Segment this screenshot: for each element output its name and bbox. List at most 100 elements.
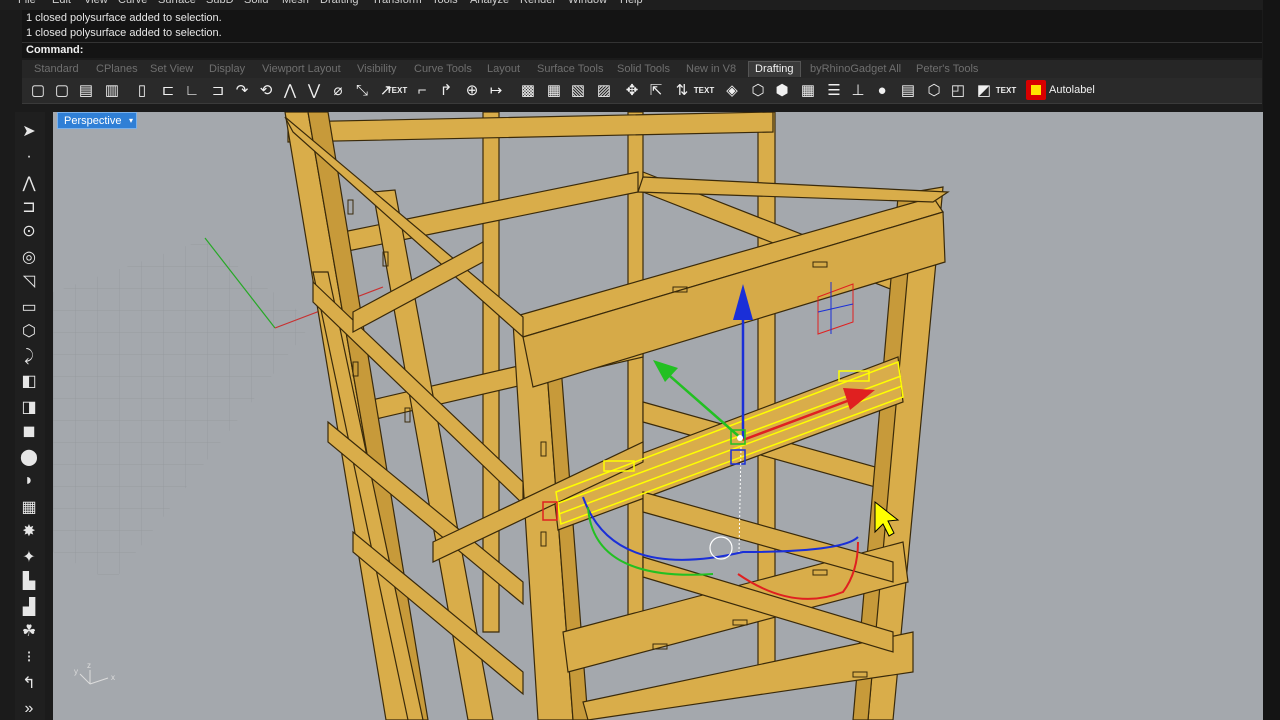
tab-viewport-layout[interactable]: Viewport Layout — [262, 62, 341, 78]
block-icon[interactable]: ▨ — [594, 80, 614, 100]
mirror-icon[interactable]: ⇅ — [672, 80, 692, 100]
tab-set-view[interactable]: Set View — [150, 62, 193, 78]
text-style-icon[interactable]: TEXT — [694, 80, 714, 100]
list-icon[interactable]: ☰ — [824, 80, 844, 100]
hatch-icon[interactable]: ▩ — [518, 80, 538, 100]
tab-layout[interactable]: Layout — [487, 62, 520, 78]
document-icon[interactable]: ▯ — [132, 80, 152, 100]
dim-tool-icon[interactable]: ⊥ — [848, 80, 868, 100]
menu-curve[interactable]: Curve — [118, 0, 147, 6]
scene[interactable]: z x y — [53, 112, 1263, 720]
arrow-icon[interactable]: ↱ — [436, 80, 456, 100]
analyze-icon[interactable]: ⁝ — [17, 646, 41, 668]
tab-new-in-v8[interactable]: New in V8 — [686, 62, 736, 78]
transform-icon[interactable]: ✸ — [17, 520, 41, 542]
circle-icon[interactable]: ⊙ — [17, 220, 41, 242]
tab-drafting[interactable]: Drafting — [748, 61, 801, 77]
page-stack-icon[interactable]: ▥ — [102, 80, 122, 100]
table-icon[interactable]: ▦ — [798, 80, 818, 100]
menu-surface[interactable]: Surface — [158, 0, 196, 6]
undo-icon[interactable]: ↰ — [17, 672, 41, 694]
tab-display[interactable]: Display — [209, 62, 245, 78]
center-mark-icon[interactable]: ⊕ — [462, 80, 482, 100]
page-icon[interactable]: ▢ — [52, 80, 72, 100]
menu-solid[interactable]: Solid — [244, 0, 268, 6]
menu-window[interactable]: Window — [568, 0, 607, 6]
viewport-menu-icon[interactable]: ▾ — [126, 112, 137, 129]
menu-analyze[interactable]: Analyze — [470, 0, 509, 6]
radius-dim-icon[interactable]: ⋁ — [304, 80, 324, 100]
move-icon[interactable]: ✥ — [622, 80, 642, 100]
polyline-icon[interactable]: ⋀ — [17, 172, 41, 194]
tab-surface-tools[interactable]: Surface Tools — [537, 62, 603, 78]
menu-file[interactable]: File — [18, 0, 36, 6]
perspective-viewport[interactable]: z x y Perspective ▾ — [53, 112, 1263, 720]
rotate-icon[interactable]: ⟲ — [256, 80, 276, 100]
menu-tools[interactable]: Tools — [432, 0, 458, 6]
polygon-icon[interactable]: ⬡ — [17, 320, 41, 342]
make-2d-icon[interactable]: ⬡ — [748, 80, 768, 100]
text-icon[interactable]: TEXT — [387, 80, 407, 100]
point-icon[interactable]: · — [17, 146, 41, 168]
autolabel-icon[interactable] — [1026, 80, 1046, 100]
surface-icon[interactable]: ◧ — [17, 370, 41, 392]
tab-visibility[interactable]: Visibility — [357, 62, 397, 78]
curve-tool-icon[interactable]: ⊐ — [17, 196, 41, 218]
scale-icon[interactable]: ⇱ — [646, 80, 666, 100]
curve-icon[interactable]: ↷ — [232, 80, 252, 100]
tab-peter-s-tools[interactable]: Peter's Tools — [916, 62, 978, 78]
ordinate-dim-icon[interactable]: ⤡ — [352, 80, 372, 100]
menu-edit[interactable]: Edit — [52, 0, 71, 6]
object-icon[interactable]: ⬡ — [924, 80, 944, 100]
sphere-tool-icon[interactable]: ⬤ — [17, 446, 41, 468]
box-tool-icon[interactable]: ◼ — [17, 420, 41, 442]
viewport-title-tab[interactable]: Perspective — [57, 112, 131, 129]
menu-render[interactable]: Render — [520, 0, 556, 6]
layers-icon[interactable]: ▤ — [898, 80, 918, 100]
mesh-icon[interactable]: ▦ — [17, 496, 41, 518]
menu-subd[interactable]: SubD — [206, 0, 234, 6]
tab-cplanes[interactable]: CPlanes — [96, 62, 138, 78]
more-tools-icon[interactable]: » — [17, 698, 41, 720]
diameter-dim-icon[interactable]: ⌀ — [328, 80, 348, 100]
angle-dim-icon[interactable]: ⋀ — [280, 80, 300, 100]
command-prompt[interactable]: Command: — [22, 42, 1262, 58]
arc-icon[interactable]: ⤸ — [17, 346, 41, 368]
dimension-edit-icon[interactable]: ◩ — [974, 80, 994, 100]
tower-frame[interactable] — [284, 112, 950, 720]
menu-view[interactable]: View — [84, 0, 108, 6]
dimension-icon[interactable]: ⊏ — [158, 80, 178, 100]
annotate-icon[interactable]: ▟ — [17, 596, 41, 618]
cylinder-icon[interactable]: ◗ — [17, 470, 41, 492]
dimension-angle-icon[interactable]: ∟ — [182, 80, 202, 100]
rectangle-icon[interactable]: ▭ — [17, 296, 41, 318]
clip-icon[interactable]: ◰ — [948, 80, 968, 100]
tab-standard[interactable]: Standard — [34, 62, 79, 78]
ellipse-icon[interactable]: ◎ — [17, 246, 41, 268]
explode-icon[interactable]: ✦ — [17, 546, 41, 568]
menu-help[interactable]: Help — [620, 0, 643, 6]
new-page-icon[interactable]: ▢ — [28, 80, 48, 100]
menu-mesh[interactable]: Mesh — [282, 0, 309, 6]
render-icon[interactable]: ☘ — [17, 620, 41, 642]
hatch-pattern-icon[interactable]: ▧ — [568, 80, 588, 100]
leader-text-icon[interactable]: ⌐ — [412, 80, 432, 100]
dimension-tool-icon[interactable]: ▙ — [17, 570, 41, 592]
text-ball-icon[interactable]: TEXT — [996, 80, 1016, 100]
dimension-aligned-icon[interactable]: ⊐ — [208, 80, 228, 100]
tab-curve-tools[interactable]: Curve Tools — [414, 62, 472, 78]
tab-byrhinogadget-all[interactable]: byRhinoGadget All — [810, 62, 901, 78]
page-lines-icon[interactable]: ▤ — [76, 80, 96, 100]
menu-drafting[interactable]: Drafting — [320, 0, 359, 6]
autolabel-label[interactable]: Autolabel — [1049, 84, 1095, 96]
select-arrow-icon[interactable]: ➤ — [17, 120, 41, 142]
menu-transform[interactable]: Transform — [372, 0, 422, 6]
triangle-icon[interactable]: ◹ — [17, 270, 41, 292]
sphere-icon[interactable]: ● — [872, 80, 892, 100]
hatch-edit-icon[interactable]: ▦ — [544, 80, 564, 100]
box-icon[interactable]: ⬢ — [772, 80, 792, 100]
extrude-icon[interactable]: ◨ — [17, 396, 41, 418]
align-icon[interactable]: ↦ — [486, 80, 506, 100]
tab-solid-tools[interactable]: Solid Tools — [617, 62, 670, 78]
view-icon[interactable]: ◈ — [722, 80, 742, 100]
